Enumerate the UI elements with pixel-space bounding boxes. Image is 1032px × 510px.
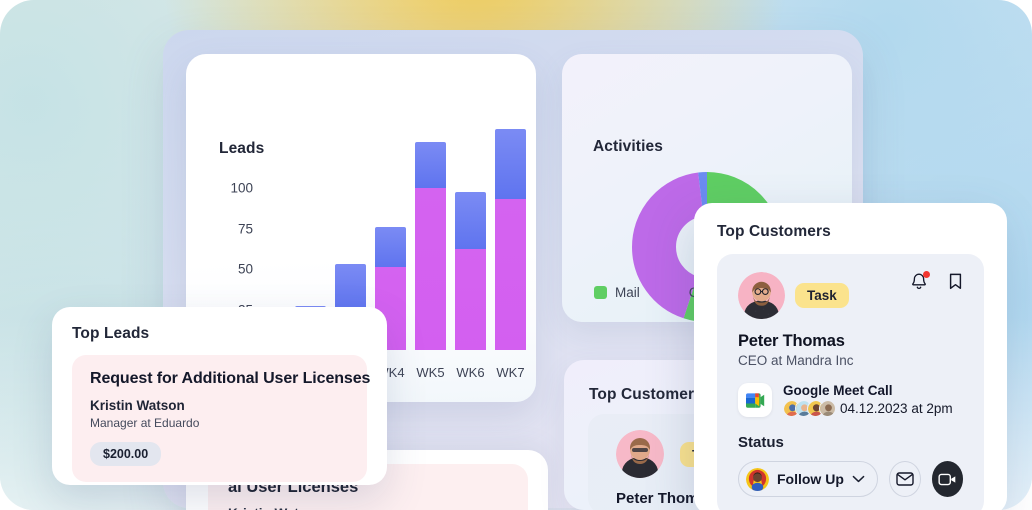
top-customers-card: Top Customers Task Peter Thomas CEO at M… [694,203,1007,510]
lead-item[interactable]: Request for Additional User Licenses Kri… [72,355,371,482]
bar-column [455,192,486,350]
bookmark-icon[interactable] [948,272,963,291]
bar-segment-lower [415,187,446,350]
customer-role: CEO at Mandra Inc [738,353,854,368]
x-axis-label: WK5 [416,365,445,380]
video-call-icon[interactable] [931,461,963,497]
status-dropdown[interactable]: Follow Up [738,461,878,497]
lead-name: Kristin Watson [228,506,508,510]
lead-contact-role: Manager at Eduardo [90,416,200,430]
chevron-down-icon [852,475,865,483]
top-leads-card: Top Leads Request for Additional User Li… [52,307,387,485]
bar-segment-upper [495,129,526,199]
legend-swatch [594,286,607,299]
meeting-title: Google Meet Call [783,383,893,398]
avatar [616,430,664,478]
bar-segment-lower [495,198,526,350]
bar-segment-upper [335,264,366,310]
mail-icon[interactable] [888,461,921,497]
status-avatar [746,467,769,491]
lead-contact-name: Kristin Watson [90,398,185,413]
customer-card-actions [910,271,963,291]
y-axis-tick: 75 [237,221,253,237]
bar-segment-upper [375,227,406,268]
legend-item: Mail [594,285,640,300]
google-meet-icon [738,383,772,417]
customer-name: Peter Thomas [738,332,845,350]
bar-column [415,142,446,350]
y-axis-tick: 100 [230,180,253,196]
x-axis-label: WK6 [456,365,485,380]
attendee-avatar [819,400,836,417]
top-customers-background-title: Top Customers [589,386,703,403]
bar-segment-upper [455,192,486,249]
leads-panel-title: Leads [219,140,265,157]
bar-column [495,129,526,350]
activities-panel-title: Activities [593,138,663,155]
lead-subject: Request for Additional User Licenses [90,370,371,387]
status-value: Follow Up [777,471,844,487]
legend-swatch [667,286,681,299]
meeting-time: 04.12.2023 at 2pm [840,401,953,416]
bell-icon[interactable] [910,271,930,291]
task-badge: Task [795,283,849,308]
bar-segment-upper [415,142,446,188]
status-actions: Follow Up [738,461,963,497]
meeting-row[interactable]: Google Meet Call 04.12.2023 at 2pm [738,383,963,417]
lead-amount-badge: $200.00 [90,442,162,466]
meeting-subrow: 04.12.2023 at 2pm [783,400,953,417]
activities-legend: MailC [594,285,699,300]
status-label: Status [738,434,784,451]
legend-label: Mail [615,285,640,300]
attendee-avatars [783,400,836,417]
screenshot-root: Leads 0255075100 WK1WK2WK3WK4WK5WK6WK7 A… [0,0,1032,510]
top-customers-title: Top Customers [717,223,831,240]
avatar [738,272,785,319]
meeting-details: Google Meet Call 04.12.2023 at 2pm [783,383,953,417]
top-leads-title: Top Leads [72,325,150,342]
y-axis-tick: 50 [237,261,253,277]
customer-item: Task Peter Thomas CEO at Mandra Inc Goog… [717,254,984,510]
x-axis-label: WK7 [496,365,525,380]
notification-dot [923,271,930,278]
bar-segment-lower [455,248,486,350]
